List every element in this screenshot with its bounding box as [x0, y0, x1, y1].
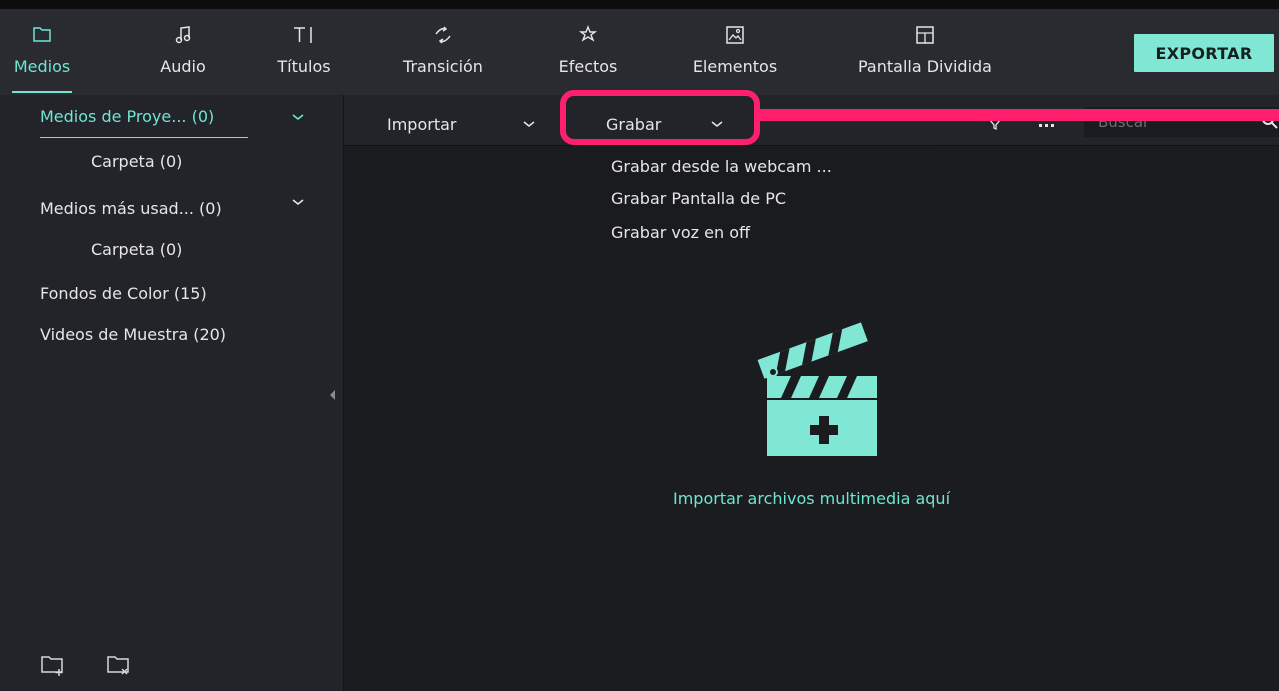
sidebar-item-label: Carpeta (0) [91, 240, 183, 259]
tab-audio[interactable]: Audio [150, 19, 216, 95]
import-hint-text: Importar archivos multimedia aquí [672, 489, 951, 508]
sidebar-item-sample-videos[interactable]: Videos de Muestra (20) [40, 325, 226, 344]
import-button[interactable]: Importar [387, 115, 456, 134]
sidebar-item-most-used[interactable]: Medios más usad... (0) [40, 199, 222, 218]
window-top-strip [0, 0, 1279, 9]
chevron-down-icon[interactable] [290, 194, 306, 210]
tab-label: Audio [160, 57, 206, 76]
menu-item-record-screen[interactable]: Grabar Pantalla de PC [611, 189, 786, 208]
tab-medios[interactable]: Medios [12, 19, 72, 95]
menu-item-record-voiceover[interactable]: Grabar voz en off [611, 223, 750, 242]
tab-transicion[interactable]: Transición [393, 19, 493, 95]
top-toolbar: Medios Audio Títulos Transición Efectos [0, 9, 1279, 95]
tab-label: Efectos [558, 57, 618, 76]
music-note-icon [150, 25, 216, 53]
chevron-down-icon[interactable] [522, 117, 536, 131]
collapse-sidebar-handle[interactable] [330, 390, 335, 400]
tab-titulos[interactable]: Títulos [268, 19, 340, 95]
tab-label: Elementos [692, 57, 778, 76]
tab-label: Transición [403, 57, 483, 76]
export-button[interactable]: EXPORTAR [1134, 34, 1274, 72]
sidebar-item-label: Medios de Proye... (0) [40, 107, 215, 126]
tab-elementos[interactable]: Elementos [682, 19, 788, 95]
new-folder-icon[interactable] [40, 653, 66, 677]
sidebar-item-color-backgrounds[interactable]: Fondos de Color (15) [40, 284, 207, 303]
active-underline [40, 137, 248, 138]
media-panel: Importar Grabar Grabar desde la webcam .… [344, 95, 1279, 691]
tab-efectos[interactable]: Efectos [548, 19, 628, 95]
clapperboard-import-icon [757, 322, 879, 456]
folder-icon [12, 25, 72, 53]
tab-pantalla-dividida[interactable]: Pantalla Dividida [842, 19, 1008, 95]
tab-label: Títulos [277, 57, 331, 76]
image-element-icon [682, 25, 788, 53]
tab-label: Medios [13, 57, 71, 76]
sidebar-item-folder[interactable]: Carpeta (0) [91, 240, 182, 259]
effects-icon [548, 25, 628, 53]
sidebar-item-folder[interactable]: Carpeta (0) [91, 152, 182, 171]
text-title-icon [268, 25, 340, 53]
sidebar-item-label: Videos de Muestra (20) [40, 325, 227, 344]
tab-label: Pantalla Dividida [858, 57, 992, 76]
video-editor-app: Medios Audio Títulos Transición Efectos [0, 0, 1279, 691]
sidebar-item-project-media[interactable]: Medios de Proye... (0) [40, 107, 214, 126]
sidebar-item-label: Medios más usad... (0) [40, 199, 222, 218]
empty-media-state[interactable] [344, 320, 1279, 464]
sidebar-item-label: Carpeta (0) [91, 152, 183, 171]
delete-folder-icon[interactable] [106, 653, 132, 677]
annotation-pointer-line [760, 109, 1279, 121]
transition-icon [393, 25, 493, 53]
record-dropdown-menu: Grabar desde la webcam ... Grabar Pantal… [578, 147, 931, 251]
media-sidebar: Medios de Proye... (0) Carpeta (0) Medio… [0, 95, 344, 691]
annotation-highlight-box [560, 90, 760, 145]
split-screen-icon [842, 25, 1008, 53]
menu-item-record-webcam[interactable]: Grabar desde la webcam ... [611, 157, 832, 176]
sidebar-item-label: Fondos de Color (15) [40, 284, 207, 303]
chevron-down-icon[interactable] [290, 109, 306, 125]
